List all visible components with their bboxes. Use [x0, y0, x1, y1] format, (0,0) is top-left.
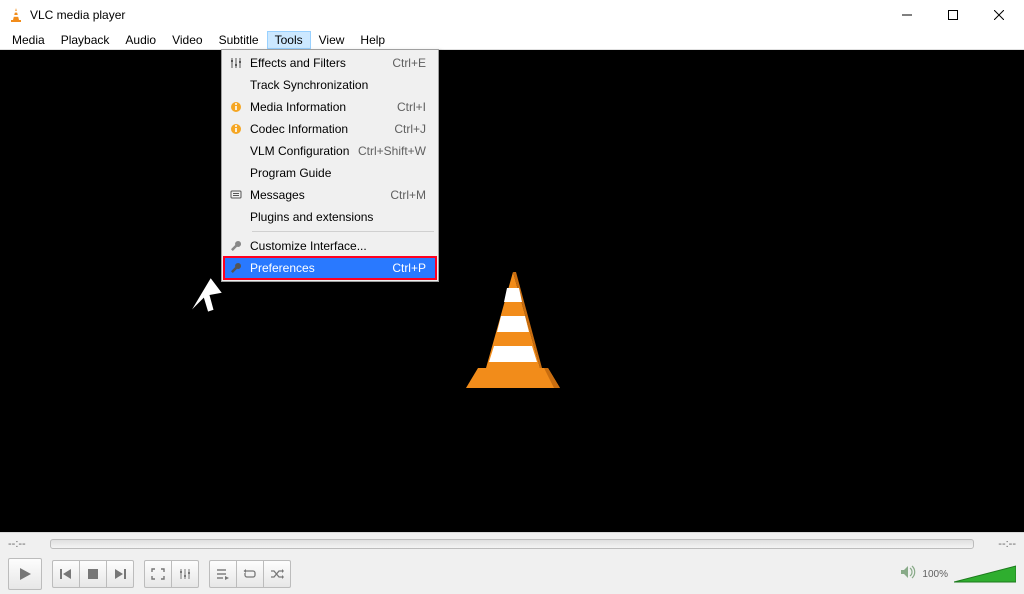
wrench-icon	[224, 262, 248, 274]
vlc-logo	[458, 266, 568, 396]
menu-customize-interface[interactable]: Customize Interface...	[224, 235, 436, 257]
loop-button[interactable]	[236, 560, 264, 588]
menu-media-info[interactable]: Media Information Ctrl+I	[224, 96, 436, 118]
menu-item-label: VLM Configuration	[248, 144, 358, 158]
menu-item-label: Customize Interface...	[248, 239, 426, 253]
menu-help[interactable]: Help	[352, 31, 393, 49]
menu-item-label: Track Synchronization	[248, 78, 426, 92]
menu-item-label: Preferences	[248, 261, 392, 275]
menu-item-shortcut: Ctrl+J	[394, 122, 432, 136]
mouse-cursor-icon	[190, 275, 224, 317]
menu-playback[interactable]: Playback	[53, 31, 118, 49]
playback-controls: 100%	[0, 554, 1024, 594]
volume-control: 100%	[900, 564, 1016, 584]
fullscreen-button[interactable]	[144, 560, 172, 588]
message-icon	[224, 189, 248, 201]
menu-separator	[252, 231, 434, 232]
menu-item-shortcut: Ctrl+M	[390, 188, 432, 202]
menu-item-shortcut: Ctrl+E	[392, 56, 432, 70]
next-button[interactable]	[106, 560, 134, 588]
wrench-icon	[224, 240, 248, 252]
menu-tools[interactable]: Tools	[267, 31, 311, 49]
extended-settings-button[interactable]	[171, 560, 199, 588]
menu-item-label: Program Guide	[248, 166, 426, 180]
menu-track-sync[interactable]: Track Synchronization	[224, 74, 436, 96]
menu-item-label: Plugins and extensions	[248, 210, 426, 224]
play-button[interactable]	[8, 558, 42, 590]
seek-slider[interactable]	[50, 539, 974, 549]
remaining-time: --:--	[982, 538, 1016, 550]
stop-button[interactable]	[79, 560, 107, 588]
minimize-button[interactable]	[884, 0, 930, 30]
menubar: Media Playback Audio Video Subtitle Tool…	[0, 30, 1024, 50]
menu-codec-info[interactable]: Codec Information Ctrl+J	[224, 118, 436, 140]
menu-item-shortcut: Ctrl+Shift+W	[358, 144, 432, 158]
menu-preferences[interactable]: Preferences Ctrl+P	[224, 257, 436, 279]
menu-media[interactable]: Media	[4, 31, 53, 49]
menu-item-label: Messages	[248, 188, 390, 202]
sliders-icon	[224, 57, 248, 69]
menu-video[interactable]: Video	[164, 31, 210, 49]
menu-item-shortcut: Ctrl+P	[392, 261, 432, 275]
menu-plugins[interactable]: Plugins and extensions	[224, 206, 436, 228]
volume-slider[interactable]	[954, 564, 1016, 584]
window-controls	[884, 0, 1022, 30]
seek-bar-row: --:-- --:--	[0, 532, 1024, 554]
titlebar: VLC media player	[0, 0, 1024, 30]
volume-percent: 100%	[922, 569, 948, 580]
menu-view[interactable]: View	[311, 31, 353, 49]
close-button[interactable]	[976, 0, 1022, 30]
menu-subtitle[interactable]: Subtitle	[211, 31, 267, 49]
playlist-button[interactable]	[209, 560, 237, 588]
shuffle-button[interactable]	[263, 560, 291, 588]
menu-audio[interactable]: Audio	[117, 31, 164, 49]
menu-effects-filters[interactable]: Effects and Filters Ctrl+E	[224, 52, 436, 74]
menu-messages[interactable]: Messages Ctrl+M	[224, 184, 436, 206]
info-icon	[224, 101, 248, 113]
previous-button[interactable]	[52, 560, 80, 588]
menu-item-label: Codec Information	[248, 122, 394, 136]
menu-vlm-config[interactable]: VLM Configuration Ctrl+Shift+W	[224, 140, 436, 162]
menu-program-guide[interactable]: Program Guide	[224, 162, 436, 184]
maximize-button[interactable]	[930, 0, 976, 30]
info-icon	[224, 123, 248, 135]
vlc-cone-icon	[8, 7, 24, 23]
video-area	[0, 50, 1024, 532]
window-title: VLC media player	[30, 8, 125, 22]
speaker-icon[interactable]	[900, 565, 916, 584]
menu-item-label: Media Information	[248, 100, 397, 114]
menu-item-label: Effects and Filters	[248, 56, 392, 70]
tools-dropdown: Effects and Filters Ctrl+E Track Synchro…	[221, 49, 439, 282]
menu-item-shortcut: Ctrl+I	[397, 100, 432, 114]
elapsed-time: --:--	[8, 538, 42, 550]
